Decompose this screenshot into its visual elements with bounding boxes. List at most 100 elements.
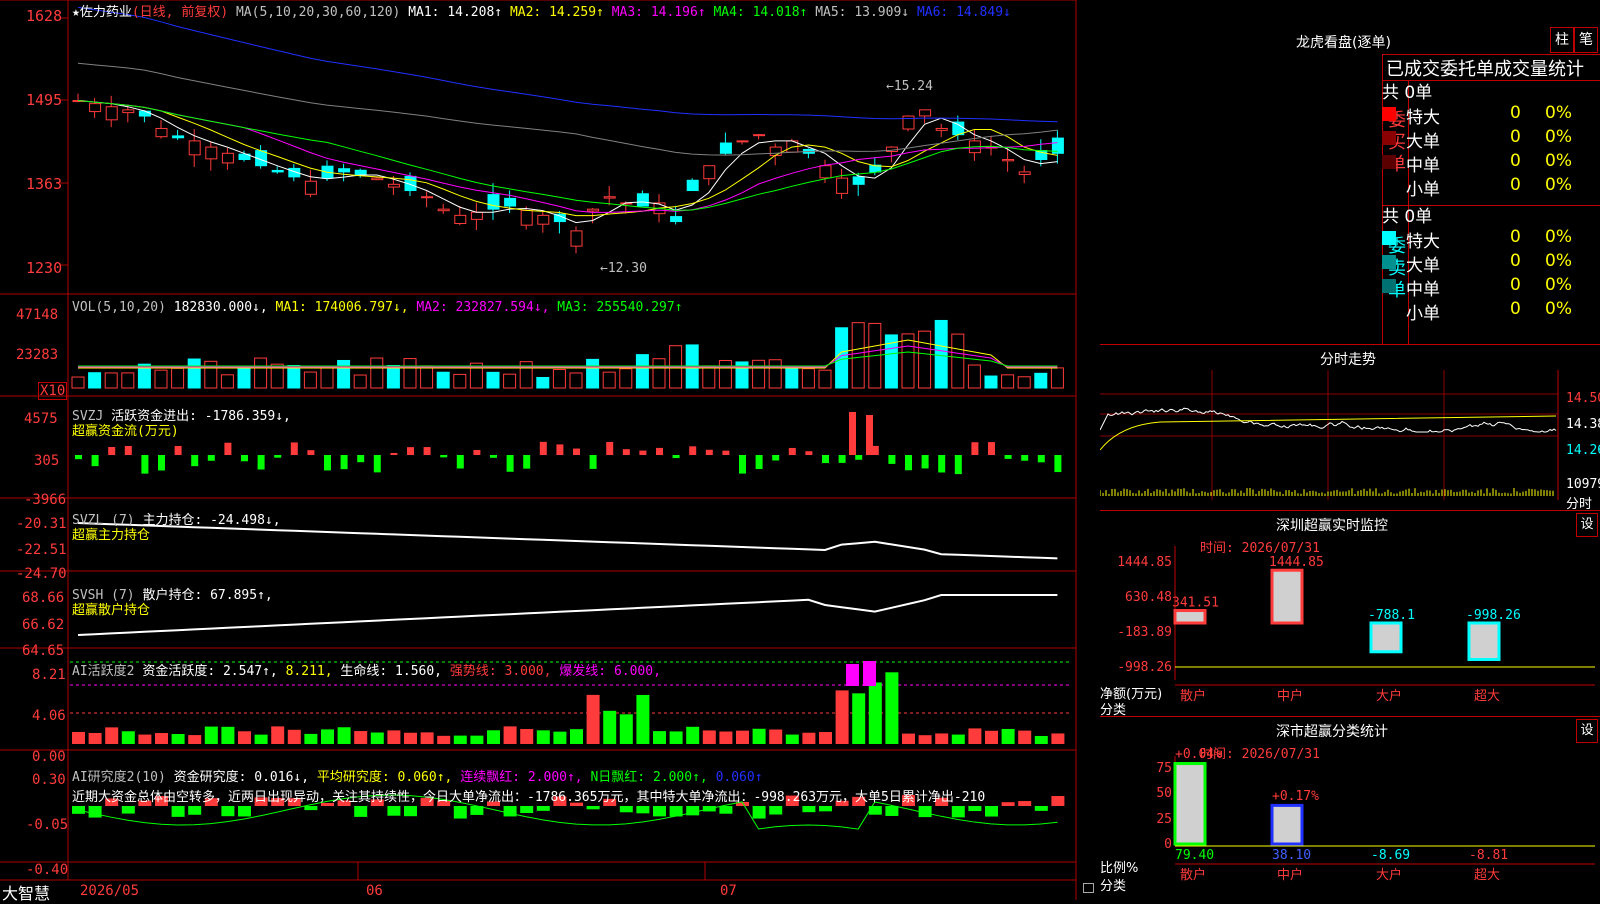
fund-flow-bar [573,448,580,455]
volume-bar [403,358,417,389]
bar-view-button[interactable]: 柱 [1550,27,1574,53]
tick-view-button[interactable]: 笔 [1574,27,1598,53]
volume-bar [320,367,334,389]
chart-area[interactable] [0,0,1100,900]
activity-peak-bar [846,664,859,686]
fund-flow-bar [274,455,282,458]
activity-bar [636,694,650,744]
activity-bar [935,733,949,744]
ma3-value: MA3: 14.196↑ [611,5,706,20]
activity-peak-bar [863,661,876,686]
svzl-sub: 超赢主力持仓 [72,528,151,543]
activity-bar [951,734,965,744]
volume-bar [370,357,384,389]
classify-category: 散户 [1180,867,1206,883]
candle [636,193,649,207]
research-bar [121,806,135,814]
order-count: 0 [1510,151,1521,171]
activity-bar [918,735,932,744]
research-bar [188,806,202,815]
ai2-l1: 资金研究度: 0.016↓, [173,770,310,785]
activity-bar [271,726,285,744]
fund-flow-bar [124,445,132,455]
vol-ma3: MA3: 255540.297↑ [557,300,683,315]
net-amount-bar [1467,621,1501,661]
activity-bar [686,726,700,744]
activity-bar [985,730,998,744]
activity-bar [1034,735,1048,744]
intraday-tick: 14.26 [1566,443,1600,458]
activity-bar [321,729,334,744]
fund-flow-bar [589,455,597,469]
candle [836,177,849,194]
research-bar [719,806,733,814]
activity-bar [453,735,467,744]
net-amount-bar [1270,568,1304,625]
volume-bar [785,366,799,389]
volume-bar [486,371,500,389]
candle [354,169,367,176]
research-bar [171,806,185,817]
order-type: 特大 [1406,232,1440,252]
volume-bar [569,372,583,389]
volume-bar [254,357,268,389]
order-percent: 0% [1545,175,1572,195]
research-bar [802,806,816,813]
fund-flow-bar [75,455,82,460]
fund-flow-bar [849,412,856,455]
period-label[interactable]: (日线, 前复权) [132,5,228,20]
fund-flow-bar [224,442,232,455]
volume-bar [104,372,118,389]
candle [454,214,467,225]
date-label: 06 [366,883,383,899]
research-bar [304,806,318,811]
activity-bar [404,732,417,744]
research-bar [769,806,783,815]
vol-unit: X10 [38,382,68,400]
ai2-name: AI研究度2(10) [72,770,166,785]
ai2-tick: 0.30 [32,772,66,788]
fund-flow-bar [357,455,365,463]
volume-bar [503,373,517,389]
ma1-value: MA1: 14.208↑ [408,5,503,20]
fund-flow-bar [423,447,431,455]
activity-bar [669,731,683,744]
activity-bar [171,733,185,744]
ma4-value: MA4: 14.018↑ [713,5,808,20]
order-type: 中单 [1406,280,1440,300]
fund-flow-bar [257,455,265,470]
ratio-value: -8.81 [1469,848,1508,863]
vol-ma1: MA1: 174006.797↓, [275,300,409,315]
volume-bar [1001,374,1015,389]
svsh-sub: 超赢散户持仓 [72,603,151,618]
classify-ylabel: 比例% [1100,861,1139,876]
classify-tick: 50 [1156,786,1172,801]
vol-header: VOL(5,10,20) 182830.000↓, MA1: 174006.79… [72,300,683,315]
activity-bar [968,728,982,744]
volume-bar [287,365,301,389]
research-bar [951,806,965,818]
lock-icon[interactable] [1083,883,1094,893]
fund-flow-bar [739,455,746,474]
intraday-chart[interactable] [1100,370,1600,510]
order-count: 0 [1510,299,1521,319]
fund-flow-bar [473,449,481,455]
candle [769,146,782,156]
ma6-value: MA6: 14.849↓ [916,5,1011,20]
fund-flow-bar [689,446,697,455]
star-icon[interactable]: ★ [72,5,80,20]
volume-bar [718,359,732,389]
order-color-swatch [1382,155,1396,169]
chart-header: ★佐力药业(日线, 前复权) MA(5,10,20,30,60,120) MA1… [72,1,1011,20]
fund-flow-bar [838,455,846,463]
fund-flow-bar [888,455,896,464]
candle [188,140,201,156]
volume-bar [237,368,251,389]
fund-flow-bar [373,455,381,473]
order-total: 共 0单 [1382,83,1433,103]
volume-bar [154,369,168,389]
ratio-value: 38.10 [1272,848,1311,863]
volume-bar [1017,376,1031,389]
volume-bar [652,358,666,389]
candle [719,142,732,154]
